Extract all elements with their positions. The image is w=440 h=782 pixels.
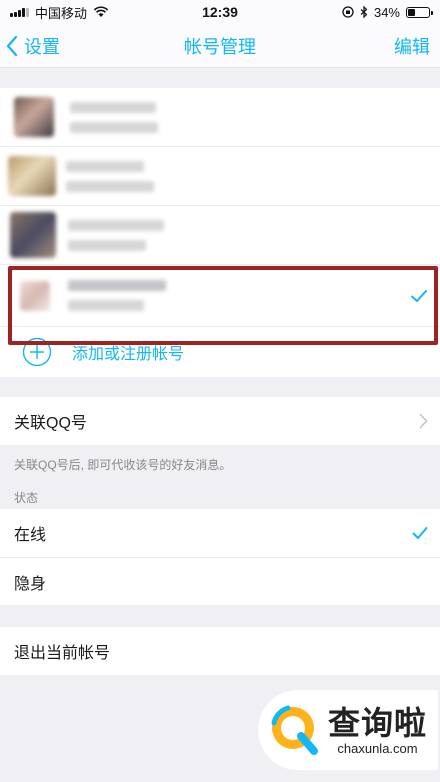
linked-qq-section: 关联QQ号 [0,397,440,445]
navigation-bar: 设置 帐号管理 编辑 [0,24,440,68]
status-section: 在线 隐身 [0,509,440,605]
signal-icon [10,7,29,17]
watermark-text: 查询啦 chaxunla.com [328,705,427,756]
checkmark-icon [412,527,428,539]
avatar [8,156,56,196]
magnifier-logo-icon [271,705,318,755]
back-label: 设置 [24,37,60,57]
carrier-name: 中国移动 [35,5,88,21]
linked-qq-cell[interactable]: 关联QQ号 [0,397,440,445]
status-option-label: 隐身 [14,575,47,593]
orientation-lock-icon [342,6,354,18]
watermark-brand: 查询啦 [328,704,428,741]
account-info-blurred [68,219,164,251]
chevron-left-icon [6,35,18,57]
account-list: 添加或注册帐号 [0,88,440,377]
account-row[interactable] [0,88,440,147]
avatar [10,212,56,258]
account-info-blurred [66,160,154,192]
back-button[interactable]: 设置 [0,24,60,68]
logout-section: 退出当前帐号 [0,627,440,675]
battery-icon [406,6,433,18]
status-option-invisible[interactable]: 隐身 [0,557,440,605]
status-option-online[interactable]: 在线 [0,509,440,557]
status-bar: 中国移动 12:39 34% [0,0,440,24]
linked-qq-hint: 关联QQ号后, 即可代收该号的好友消息。 [14,458,232,472]
status-left: 中国移动 [10,3,109,22]
status-right: 34% [342,4,433,20]
linked-qq-label: 关联QQ号 [14,415,87,432]
logout-label: 退出当前帐号 [14,645,111,662]
avatar [20,280,50,311]
chevron-right-icon [419,413,428,429]
account-row-current[interactable] [0,265,440,327]
account-info-blurred [68,280,166,311]
add-circle-icon [22,337,52,367]
checkmark-icon [411,289,427,302]
watermark: 查询啦 chaxunla.com [258,690,438,770]
logout-button[interactable]: 退出当前帐号 [0,627,440,675]
avatar [14,97,54,137]
wifi-icon [93,6,109,17]
account-row[interactable] [0,206,440,265]
edit-button[interactable]: 编辑 [394,24,430,68]
status-section-header: 状态 [14,491,39,505]
page-title: 帐号管理 [184,36,256,57]
add-account-button[interactable]: 添加或注册帐号 [0,327,440,377]
account-info-blurred [70,101,158,133]
battery-percent: 34% [373,4,400,20]
status-option-label: 在线 [14,527,47,544]
account-row[interactable] [0,147,440,206]
watermark-domain: chaxunla.com [337,740,418,756]
bluetooth-icon [360,6,368,18]
add-account-label: 添加或注册帐号 [72,346,185,363]
